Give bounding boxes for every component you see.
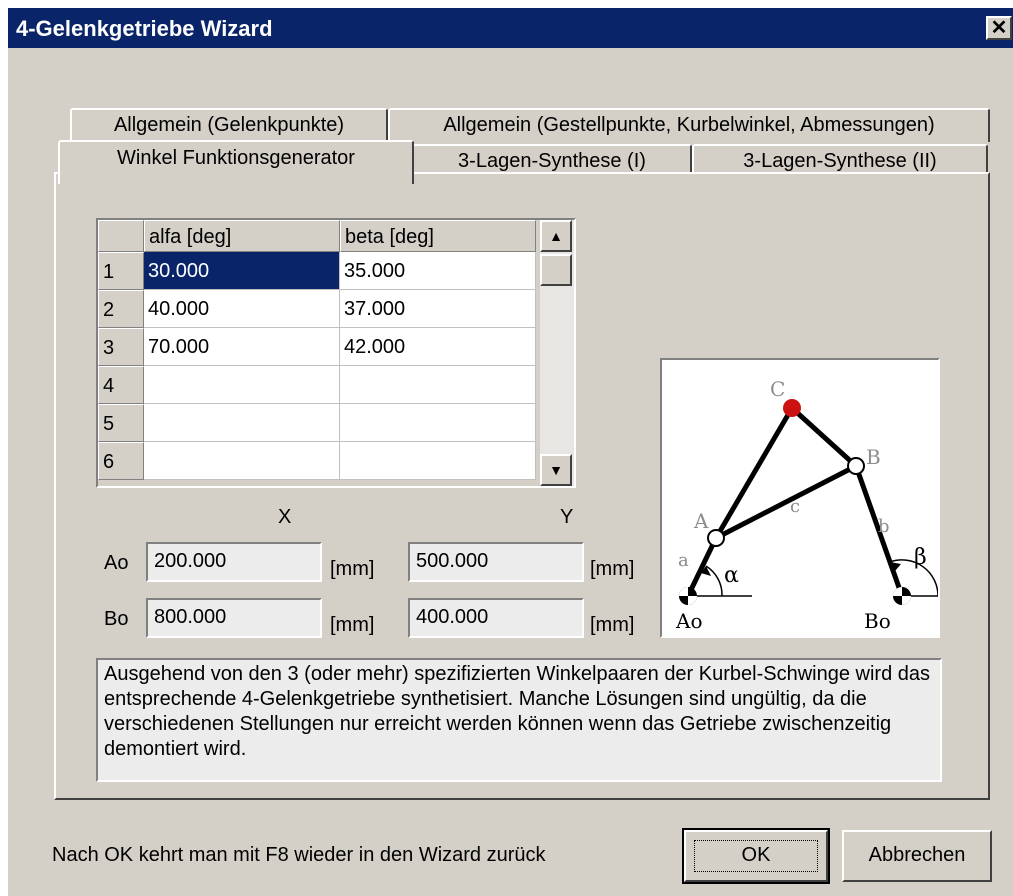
row-header[interactable]: 4	[98, 366, 144, 404]
row-header[interactable]: 6	[98, 442, 144, 480]
arrow-down-icon: ▼	[549, 462, 563, 478]
table-cell-beta[interactable]	[340, 442, 536, 480]
column-header-alfa[interactable]: alfa [deg]	[144, 220, 340, 252]
label-alpha: α	[724, 563, 739, 588]
linkage-svg: C B A a b c α β Ao Bo	[675, 377, 940, 633]
table-cell-alfa[interactable]: 30.000	[144, 252, 340, 290]
close-button[interactable]: ✕	[986, 16, 1012, 40]
scroll-down-button[interactable]: ▼	[540, 454, 572, 486]
four-bar-linkage-diagram: C B A a b c α β Ao Bo	[660, 358, 940, 638]
tab-allgemein-gestellpunkte[interactable]: Allgemein (Gestellpunkte, Kurbelwinkel, …	[388, 108, 990, 142]
label-bo: Bo	[864, 609, 891, 633]
cancel-button[interactable]: Abbrechen	[842, 830, 992, 882]
label-link-b: b	[878, 516, 890, 537]
column-header-beta[interactable]: beta [deg]	[340, 220, 536, 252]
angle-table[interactable]: alfa [deg] beta [deg] 1 30.000 35.000 2 …	[96, 218, 576, 488]
bo-x-unit: [mm]	[330, 614, 375, 636]
tab-allgemein-gelenkpunkte[interactable]: Allgemein (Gelenkpunkte)	[70, 108, 388, 142]
label-link-a: a	[678, 550, 689, 571]
table-cell-beta[interactable]: 42.000	[340, 328, 536, 366]
label-beta: β	[914, 545, 927, 570]
table-cell-alfa[interactable]: 70.000	[144, 328, 340, 366]
label-link-c: c	[790, 496, 800, 517]
y-column-label: Y	[560, 506, 574, 528]
footer-hint: Nach OK kehrt man mit F8 wieder in den W…	[52, 844, 546, 866]
table-cell-beta[interactable]	[340, 404, 536, 442]
tab-label: Winkel Funktionsgenerator	[117, 147, 355, 169]
tab-label: 3-Lagen-Synthese (II)	[743, 150, 937, 172]
ao-y-input[interactable]: 500.000	[408, 542, 584, 582]
bo-y-input[interactable]: 400.000	[408, 598, 584, 638]
x-column-label: X	[278, 506, 292, 528]
label-b-joint: B	[866, 445, 881, 469]
table-cell-beta[interactable]: 35.000	[340, 252, 536, 290]
bo-y-unit: [mm]	[590, 614, 635, 636]
table-cell-alfa[interactable]: 40.000	[144, 290, 340, 328]
cancel-label: Abbrechen	[868, 844, 966, 866]
table-cell-alfa[interactable]	[144, 442, 340, 480]
tab-winkel-funktionsgenerator[interactable]: Winkel Funktionsgenerator	[58, 140, 414, 184]
ao-x-input[interactable]: 200.000	[146, 542, 322, 582]
ao-y-unit: [mm]	[590, 558, 635, 580]
focus-ring	[694, 840, 818, 872]
row-header[interactable]: 3	[98, 328, 144, 366]
row-header[interactable]: 2	[98, 290, 144, 328]
table-cell-beta[interactable]: 37.000	[340, 290, 536, 328]
row-header[interactable]: 1	[98, 252, 144, 290]
joint-c	[783, 399, 801, 417]
table-cell-alfa[interactable]	[144, 404, 340, 442]
ao-x-unit: [mm]	[330, 558, 375, 580]
bo-label: Bo	[104, 608, 129, 630]
scroll-thumb[interactable]	[540, 254, 572, 286]
title-bar[interactable]: 4-Gelenkgetriebe Wizard ✕	[8, 8, 1013, 48]
ok-button[interactable]: OK	[682, 828, 830, 884]
scroll-up-button[interactable]: ▲	[540, 220, 572, 252]
tab-label: 3-Lagen-Synthese (I)	[458, 150, 646, 172]
table-corner	[98, 220, 144, 252]
arrow-up-icon: ▲	[549, 228, 563, 244]
row-header[interactable]: 5	[98, 404, 144, 442]
table-scrollbar[interactable]: ▲ ▼	[540, 220, 574, 486]
tab-label: Allgemein (Gelenkpunkte)	[113, 114, 345, 136]
table-cell-beta[interactable]	[340, 366, 536, 404]
label-ao: Ao	[675, 609, 702, 633]
window-title: 4-Gelenkgetriebe Wizard	[16, 16, 273, 41]
label-a-joint: A	[693, 509, 709, 533]
tab-label: Allgemein (Gestellpunkte, Kurbelwinkel, …	[443, 114, 935, 136]
description-text: Ausgehend von den 3 (oder mehr) spezifiz…	[96, 658, 942, 782]
bo-x-input[interactable]: 800.000	[146, 598, 322, 638]
label-c-joint: C	[770, 377, 785, 401]
ao-label: Ao	[104, 552, 129, 574]
table-cell-alfa[interactable]	[144, 366, 340, 404]
close-icon: ✕	[990, 17, 1008, 39]
